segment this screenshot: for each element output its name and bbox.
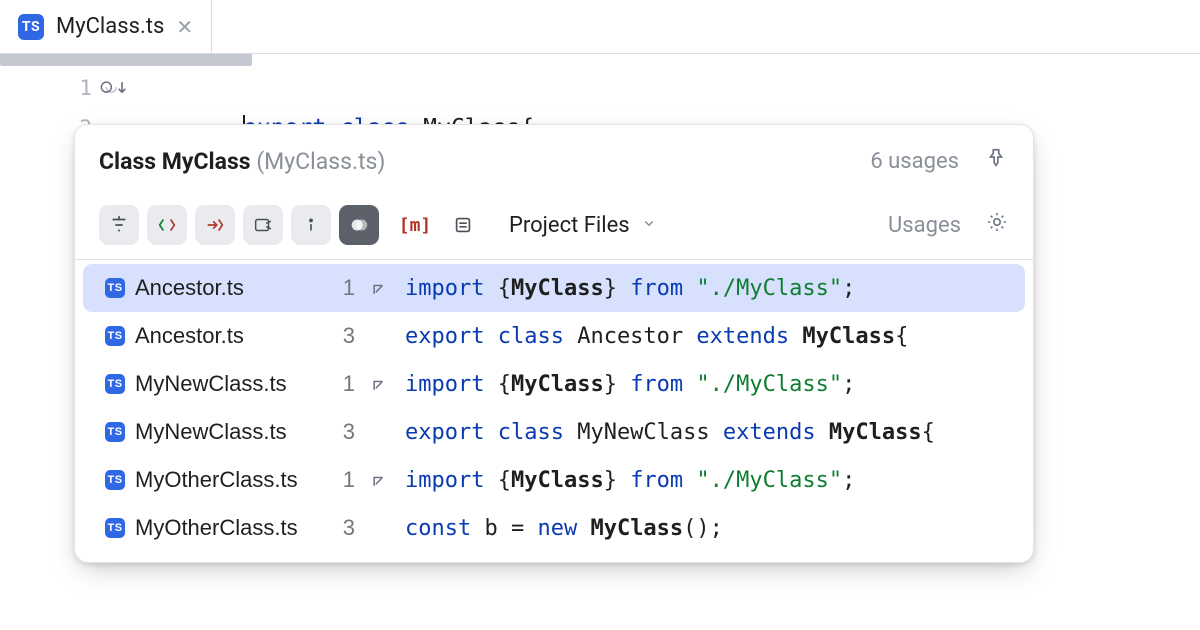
- overridden-method-gutter-icon[interactable]: [98, 78, 132, 98]
- usage-line-number: 1: [329, 275, 355, 301]
- typescript-file-icon: TS: [105, 422, 125, 442]
- tab-bar: TS MyClass.ts ✕: [0, 0, 1200, 54]
- find-usages-popover: Class MyClass (MyClass.ts) 6 usages: [74, 124, 1034, 563]
- usage-line-number: 3: [329, 419, 355, 445]
- typescript-file-icon: TS: [105, 374, 125, 394]
- tab-myclass[interactable]: TS MyClass.ts ✕: [0, 0, 212, 53]
- code-area[interactable]: export class MyClass{: [110, 54, 1200, 108]
- usage-row[interactable]: TSMyOtherClass.ts 1 import {MyClass} from …: [83, 456, 1025, 504]
- filter-import-icon[interactable]: [195, 205, 235, 245]
- filter-list-icon[interactable]: [443, 205, 483, 245]
- usage-code-snippet: export class MyNewClass extends MyClass{: [405, 420, 1011, 445]
- usage-row[interactable]: TSMyOtherClass.ts 3 const b = new MyClass(…: [83, 504, 1025, 552]
- tab-filename: MyClass.ts: [56, 14, 164, 39]
- import-usage-icon: [367, 278, 393, 298]
- usage-code-snippet: import {MyClass} from "./MyClass";: [405, 276, 1011, 301]
- popover-header: Class MyClass (MyClass.ts) 6 usages: [75, 125, 1033, 195]
- usage-file: TSAncestor.ts: [105, 323, 317, 349]
- scope-selector[interactable]: Project Files: [509, 213, 658, 238]
- filter-override-icon[interactable]: [339, 205, 379, 245]
- usage-line-number: 1: [329, 371, 355, 397]
- filter-info-icon[interactable]: [291, 205, 331, 245]
- settings-gear-icon[interactable]: [985, 210, 1009, 240]
- usage-code-snippet: import {MyClass} from "./MyClass";: [405, 372, 1011, 397]
- usage-line-number: 1: [329, 467, 355, 493]
- usage-code-snippet: export class Ancestor extends MyClass{: [405, 324, 1011, 349]
- usage-file: TSMyNewClass.ts: [105, 371, 317, 397]
- usages-results-list: TSAncestor.ts 1 import {MyClass} from "./M…: [75, 260, 1033, 562]
- import-usage-icon: [367, 470, 393, 490]
- import-usage-icon: [367, 374, 393, 394]
- filter-new-expression-icon[interactable]: [243, 205, 283, 245]
- filter-write-access-icon[interactable]: [147, 205, 187, 245]
- usages-tab-label[interactable]: Usages: [888, 213, 961, 238]
- usages-count: 6 usages: [870, 149, 959, 174]
- usage-row[interactable]: TSAncestor.ts 1 import {MyClass} from "./M…: [83, 264, 1025, 312]
- filter-read-access-icon[interactable]: [99, 205, 139, 245]
- usage-row[interactable]: TSMyNewClass.ts 3 export class MyNewClass …: [83, 408, 1025, 456]
- usage-line-number: 3: [329, 515, 355, 541]
- code-line-1[interactable]: export class MyClass{: [160, 68, 1200, 108]
- usage-file: TSMyOtherClass.ts: [105, 467, 317, 493]
- typescript-file-icon: TS: [18, 14, 44, 40]
- chevron-down-icon: [640, 213, 658, 238]
- filter-method-icon[interactable]: [m]: [395, 205, 435, 245]
- usage-line-number: 3: [329, 323, 355, 349]
- popover-toolbar: [m] Project Files Usages: [75, 195, 1033, 260]
- usage-file: TSMyOtherClass.ts: [105, 515, 317, 541]
- typescript-file-icon: TS: [105, 278, 125, 298]
- popover-title: Class MyClass (MyClass.ts): [99, 148, 385, 175]
- usage-row[interactable]: TSAncestor.ts 3 export class Ancestor exte…: [83, 312, 1025, 360]
- typescript-file-icon: TS: [105, 470, 125, 490]
- usage-file: TSMyNewClass.ts: [105, 419, 317, 445]
- close-tab-icon[interactable]: ✕: [176, 17, 193, 37]
- usage-file: TSAncestor.ts: [105, 275, 317, 301]
- usage-row[interactable]: TSMyNewClass.ts 1 import {MyClass} from ".…: [83, 360, 1025, 408]
- usage-code-snippet: import {MyClass} from "./MyClass";: [405, 468, 1011, 493]
- usage-code-snippet: const b = new MyClass();: [405, 516, 1011, 541]
- typescript-file-icon: TS: [105, 518, 125, 538]
- typescript-file-icon: TS: [105, 326, 125, 346]
- pin-icon[interactable]: [985, 147, 1007, 175]
- line-number: 1: [0, 68, 92, 108]
